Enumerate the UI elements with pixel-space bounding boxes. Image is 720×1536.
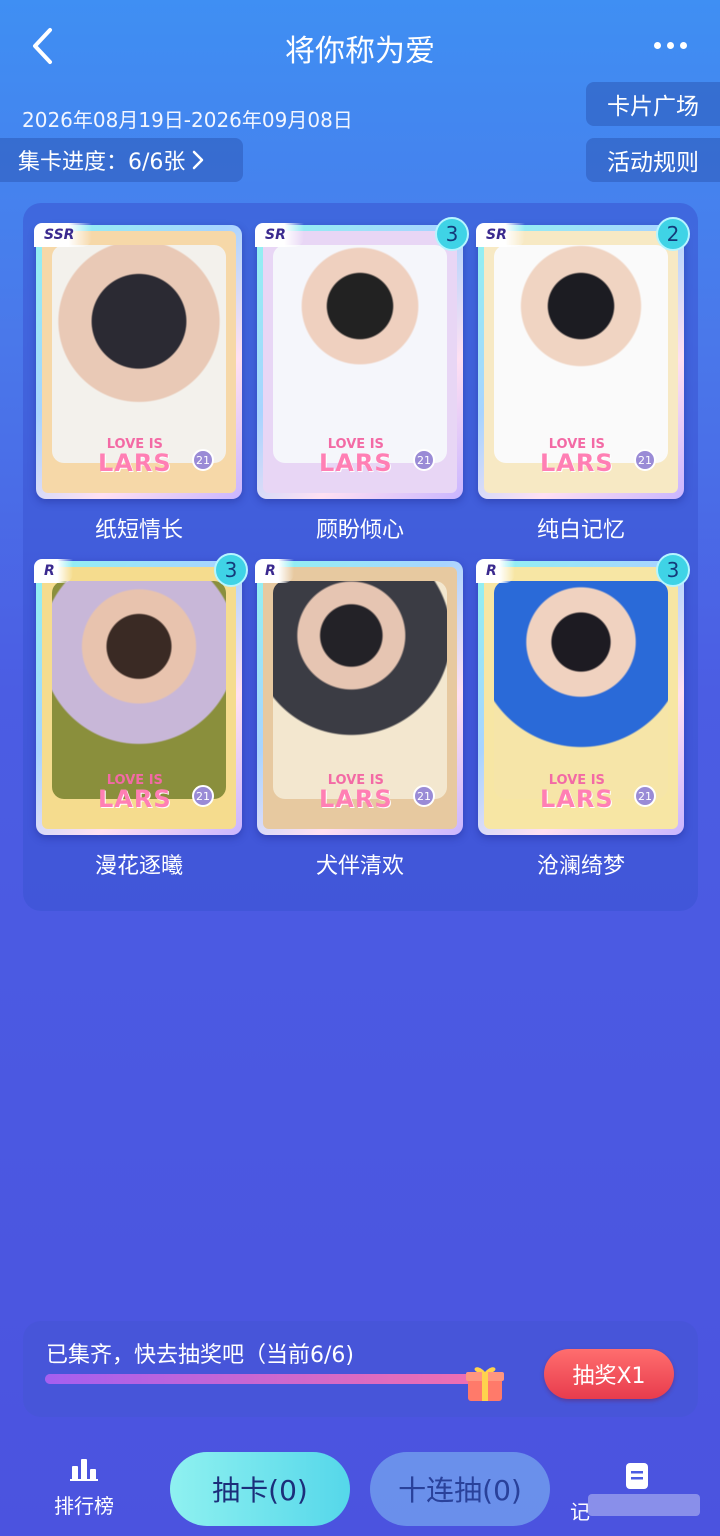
card-name: 沧澜绮梦	[536, 854, 625, 879]
card-logo: LOVE IS LARS	[540, 437, 614, 477]
collection-progress-button[interactable]: 集卡进度：6/6张	[0, 138, 243, 182]
activity-rules-label: 活动规则	[607, 150, 699, 176]
card-number-badge: 21	[634, 785, 656, 807]
card-item[interactable]: LOVE IS LARS 21 R 3	[34, 553, 248, 835]
card-image: LOVE IS LARS 21	[263, 567, 457, 829]
bottom-tab-bar: 排行榜 抽卡(0) 十连抽(0) 记	[0, 1440, 720, 1536]
card-number-badge: 21	[634, 449, 656, 471]
card-image: LOVE IS LARS 21	[42, 567, 236, 829]
card-item[interactable]: LOVE IS LARS 21 SR 3	[255, 217, 469, 499]
ten-draw-button[interactable]: 十连抽(0)	[370, 1452, 550, 1526]
card-logo: LOVE IS LARS	[319, 437, 393, 477]
card-count-badge: 2	[656, 217, 690, 251]
card-frame: LOVE IS LARS 21	[257, 225, 463, 499]
card-number-badge: 21	[413, 785, 435, 807]
card-image: LOVE IS LARS 21	[484, 567, 678, 829]
card-name: 顾盼倾心	[315, 518, 404, 543]
card-plaza-button[interactable]: 卡片广场	[586, 82, 720, 126]
card-logo: LOVE IS LARS	[98, 437, 172, 477]
card-number-badge: 21	[192, 785, 214, 807]
card-logo: LOVE IS LARS	[540, 773, 614, 813]
leaderboard-label: 排行榜	[54, 1494, 114, 1518]
collect-status-text: 已集齐，快去抽奖吧（当前6/6)	[46, 1343, 354, 1368]
card-plaza-label: 卡片广场	[607, 94, 699, 120]
card-image: LOVE IS LARS 21	[484, 231, 678, 493]
card-name: 纯白记忆	[536, 518, 625, 543]
rarity-badge: R	[476, 559, 515, 583]
more-dots-icon	[679, 41, 687, 49]
more-button[interactable]	[648, 30, 692, 60]
record-label: 记	[570, 1500, 590, 1524]
card-count-badge: 3	[656, 553, 690, 587]
card-item[interactable]: LOVE IS LARS 21 SSR	[34, 223, 242, 499]
draw-card-button[interactable]: 抽卡(0)	[170, 1452, 350, 1526]
chevron-right-icon	[193, 150, 204, 170]
document-icon	[626, 1463, 648, 1489]
card-frame: LOVE IS LARS 21	[257, 561, 463, 835]
card-frame: LOVE IS LARS 21	[478, 561, 684, 835]
card-frame: LOVE IS LARS 21	[478, 225, 684, 499]
card-number-badge: 21	[413, 449, 435, 471]
activity-rules-button[interactable]: 活动规则	[586, 138, 720, 182]
more-dots-icon	[653, 41, 661, 49]
draw-card-label: 抽卡(0)	[212, 1474, 308, 1507]
rarity-badge: SR	[476, 223, 525, 247]
card-name: 漫花逐曦	[94, 854, 183, 879]
card-item[interactable]: LOVE IS LARS 21 R	[255, 559, 463, 835]
card-frame: LOVE IS LARS 21	[36, 225, 242, 499]
rarity-badge: SR	[255, 223, 304, 247]
collect-progress-fill	[45, 1374, 485, 1384]
card-count-badge: 3	[435, 217, 469, 251]
card-item[interactable]: LOVE IS LARS 21 SR 2	[476, 217, 690, 499]
more-dots-icon	[666, 41, 674, 49]
event-date-range: 2026年08月19日-2026年09月08日	[22, 108, 353, 132]
leaderboard-button[interactable]: 排行榜	[48, 1456, 120, 1526]
collection-progress-label: 集卡进度：6/6张	[18, 150, 186, 175]
bar-chart-icon	[70, 1459, 98, 1481]
card-name: 纸短情长	[94, 518, 183, 543]
card-item[interactable]: LOVE IS LARS 21 R 3	[476, 553, 690, 835]
card-image: LOVE IS LARS 21	[263, 231, 457, 493]
card-name: 犬伴清欢	[315, 854, 404, 879]
lottery-button[interactable]: 抽奖X1	[544, 1349, 674, 1399]
card-logo: LOVE IS LARS	[98, 773, 172, 813]
card-count-badge: 3	[214, 553, 248, 587]
ten-draw-label: 十连抽(0)	[398, 1474, 522, 1507]
lottery-button-label: 抽奖X1	[572, 1364, 646, 1389]
card-collection-panel: LOVE IS LARS 21 SSR 纸短情长 LOVE IS LARS 21 S…	[23, 203, 698, 911]
gift-icon	[466, 1367, 504, 1401]
card-frame: LOVE IS LARS 21	[36, 561, 242, 835]
watermark	[588, 1494, 700, 1516]
collect-complete-panel: 已集齐，快去抽奖吧（当前6/6) 抽奖X1	[23, 1321, 698, 1417]
collect-progress-bar	[45, 1374, 485, 1384]
card-image: LOVE IS LARS 21	[42, 231, 236, 493]
rarity-badge: R	[34, 559, 73, 583]
page-title: 将你称为爱	[285, 34, 435, 69]
card-number-badge: 21	[192, 449, 214, 471]
card-logo: LOVE IS LARS	[319, 773, 393, 813]
rarity-badge: SSR	[34, 223, 93, 247]
rarity-badge: R	[255, 559, 294, 583]
